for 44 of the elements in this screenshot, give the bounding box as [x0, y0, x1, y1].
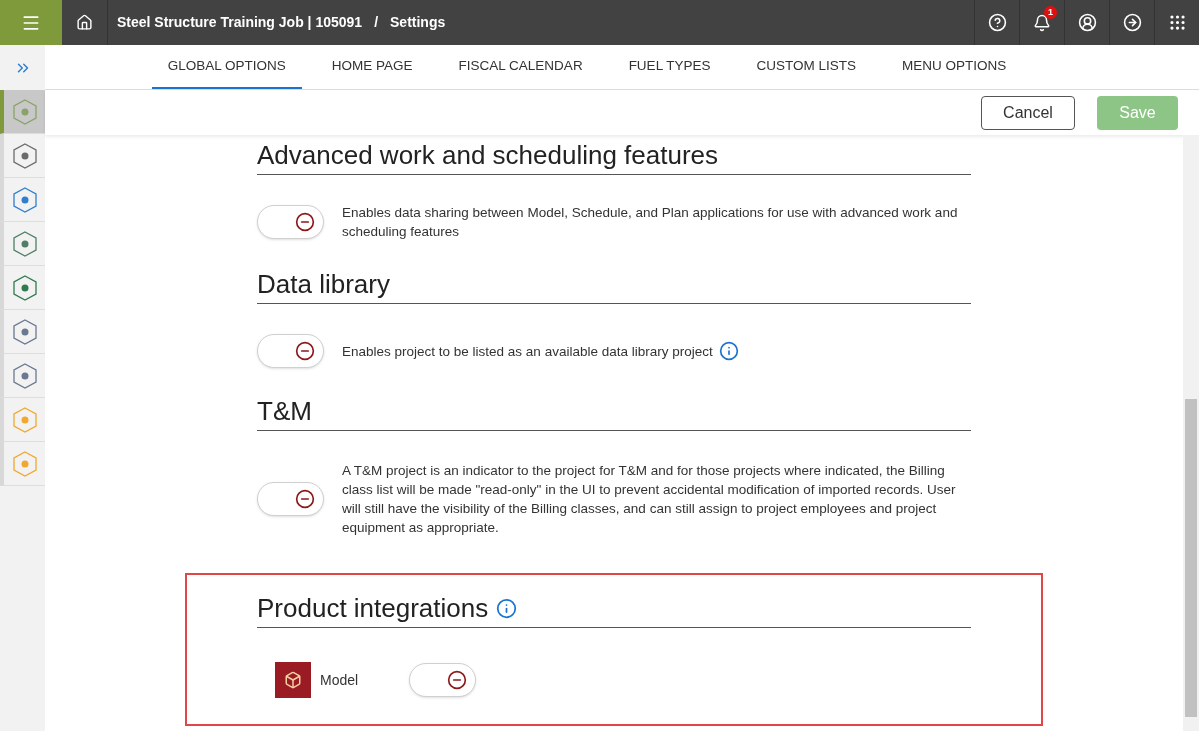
- arrow-circle-icon: [1122, 13, 1142, 32]
- minus-circle-icon: [447, 670, 467, 690]
- toggle-switch[interactable]: [409, 663, 476, 697]
- toggle-switch[interactable]: [257, 334, 324, 368]
- scrollbar[interactable]: [1183, 135, 1199, 731]
- section-heading: Advanced work and scheduling features: [257, 139, 719, 172]
- setting-description: Enables project to be listed as an available data library project: [342, 342, 713, 361]
- breadcrumb-separator: /: [374, 13, 378, 32]
- info-icon[interactable]: [718, 341, 739, 361]
- setting-description: A T&M project is an indicator to the project for T&M and for those projects where indicated, the Billing class list will be made "read-only" in the UI to prevent accidental modification of imported records. User will still have the visibility of the Billing classes, and can still assign to project employees and project equipment as appropriate.: [342, 462, 957, 537]
- product-name: Model: [320, 670, 360, 690]
- section-heading: T&M: [257, 395, 312, 428]
- tab[interactable]: FUEL TYPES: [612, 45, 727, 89]
- help-icon: [987, 13, 1007, 32]
- cancel-button[interactable]: Cancel: [981, 95, 1075, 130]
- notifications-button[interactable]: 1: [1019, 0, 1064, 45]
- sidebar-item[interactable]: [0, 178, 45, 222]
- tab[interactable]: MENU OPTIONS: [885, 45, 1023, 89]
- grid-icon: [1167, 13, 1187, 32]
- cube-logo-icon: [275, 662, 311, 698]
- sidebar-item[interactable]: [0, 266, 45, 310]
- home-icon: [76, 14, 93, 31]
- toggle-switch[interactable]: [257, 205, 324, 239]
- tab[interactable]: CUSTOM LISTS: [740, 45, 872, 89]
- tab[interactable]: HOME PAGE: [315, 45, 429, 89]
- user-icon: [1077, 13, 1097, 32]
- notification-badge: 1: [1044, 6, 1057, 19]
- project-name[interactable]: Steel Structure Training Job | 105091: [117, 12, 363, 33]
- page-title: Settings: [390, 13, 446, 32]
- minus-circle-icon: [295, 341, 315, 361]
- bell-icon: [1033, 13, 1051, 32]
- tab[interactable]: FISCAL CALENDAR: [442, 45, 599, 89]
- tab[interactable]: GLOBAL OPTIONS: [151, 45, 302, 89]
- toggle-switch[interactable]: [257, 482, 324, 516]
- sidebar-item[interactable]: [0, 354, 45, 398]
- sidebar-item[interactable]: [0, 310, 45, 354]
- sidebar-item[interactable]: [0, 134, 45, 178]
- sidebar-item[interactable]: [0, 222, 45, 266]
- minus-circle-icon: [295, 212, 315, 232]
- section-heading: Data library: [257, 268, 390, 301]
- section-heading: Product integrations: [257, 592, 489, 625]
- minus-circle-icon: [295, 489, 315, 509]
- setting-description: Enables data sharing between Model, Schedule, and Plan applications for use with advanced work and scheduling features: [342, 204, 959, 241]
- info-icon[interactable]: [496, 597, 518, 619]
